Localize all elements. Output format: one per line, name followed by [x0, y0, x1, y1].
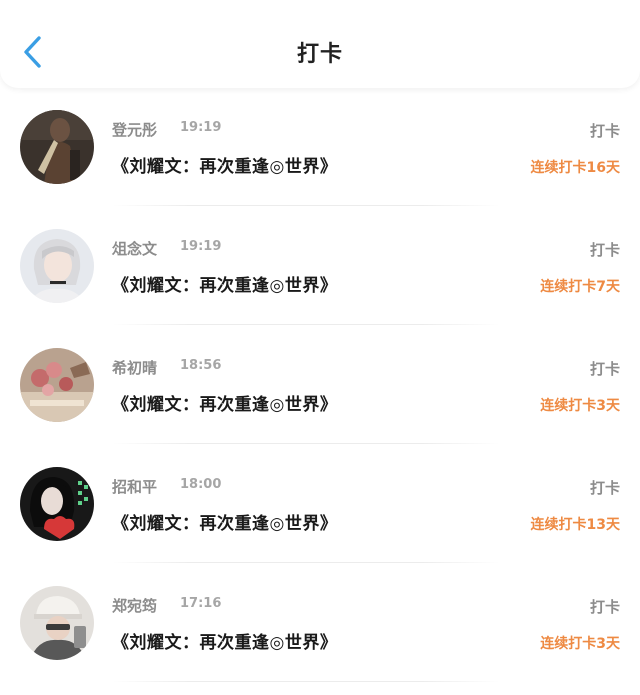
- list-item[interactable]: 招和平 18:00 《刘耀文：再次重逢◎世界》 打卡 连续打卡13天: [0, 457, 640, 576]
- user-name: 希初晴: [112, 359, 158, 377]
- streak-badge: 连续打卡7天: [540, 279, 620, 295]
- post-time: 17:16: [180, 596, 222, 611]
- avatar[interactable]: [20, 348, 94, 422]
- list-item[interactable]: 登元彤 19:19 《刘耀文：再次重逢◎世界》 打卡 连续打卡16天: [0, 100, 640, 219]
- user-name: 郑宛筠: [112, 597, 158, 615]
- list-item[interactable]: 希初晴 18:56 《刘耀文：再次重逢◎世界》 打卡 连续打卡3天: [0, 338, 640, 457]
- avatar[interactable]: [20, 110, 94, 184]
- book-title-link[interactable]: 《刘耀文：再次重逢◎世界》: [112, 628, 337, 653]
- divider: [112, 681, 500, 682]
- checkin-label: 打卡: [589, 241, 620, 259]
- page-title: 打卡: [296, 42, 343, 67]
- list-item[interactable]: 郑宛筠 17:16 《刘耀文：再次重逢◎世界》 打卡 连续打卡3天: [0, 576, 640, 695]
- post-time: 19:19: [180, 239, 222, 254]
- streak-badge: 连续打卡3天: [540, 636, 620, 652]
- checkin-label: 打卡: [589, 360, 620, 378]
- book-title-link[interactable]: 《刘耀文：再次重逢◎世界》: [112, 390, 337, 415]
- post-time: 19:19: [180, 120, 222, 135]
- checkin-label: 打卡: [589, 479, 620, 497]
- list-item[interactable]: 俎念文 19:19 《刘耀文：再次重逢◎世界》 打卡 连续打卡7天: [0, 219, 640, 338]
- user-name: 登元彤: [112, 121, 158, 139]
- user-name: 招和平: [112, 478, 158, 496]
- checkin-list: 登元彤 19:19 《刘耀文：再次重逢◎世界》 打卡 连续打卡16天 俎念文 1…: [0, 100, 640, 695]
- checkin-label: 打卡: [589, 122, 620, 140]
- streak-badge: 连续打卡3天: [540, 398, 620, 414]
- post-time: 18:00: [180, 477, 222, 492]
- divider: [112, 443, 500, 444]
- user-name: 俎念文: [112, 240, 158, 258]
- avatar[interactable]: [20, 467, 94, 541]
- divider: [112, 324, 500, 325]
- streak-badge: 连续打卡13天: [530, 517, 620, 533]
- divider: [112, 562, 500, 563]
- book-title-link[interactable]: 《刘耀文：再次重逢◎世界》: [112, 152, 337, 177]
- book-title-link[interactable]: 《刘耀文：再次重逢◎世界》: [112, 509, 337, 534]
- streak-badge: 连续打卡16天: [530, 160, 620, 176]
- top-bar: 打卡: [0, 0, 640, 88]
- avatar[interactable]: [20, 586, 94, 660]
- avatar[interactable]: [20, 229, 94, 303]
- post-time: 18:56: [180, 358, 222, 373]
- divider: [112, 205, 500, 206]
- book-title-link[interactable]: 《刘耀文：再次重逢◎世界》: [112, 271, 337, 296]
- checkin-label: 打卡: [589, 598, 620, 616]
